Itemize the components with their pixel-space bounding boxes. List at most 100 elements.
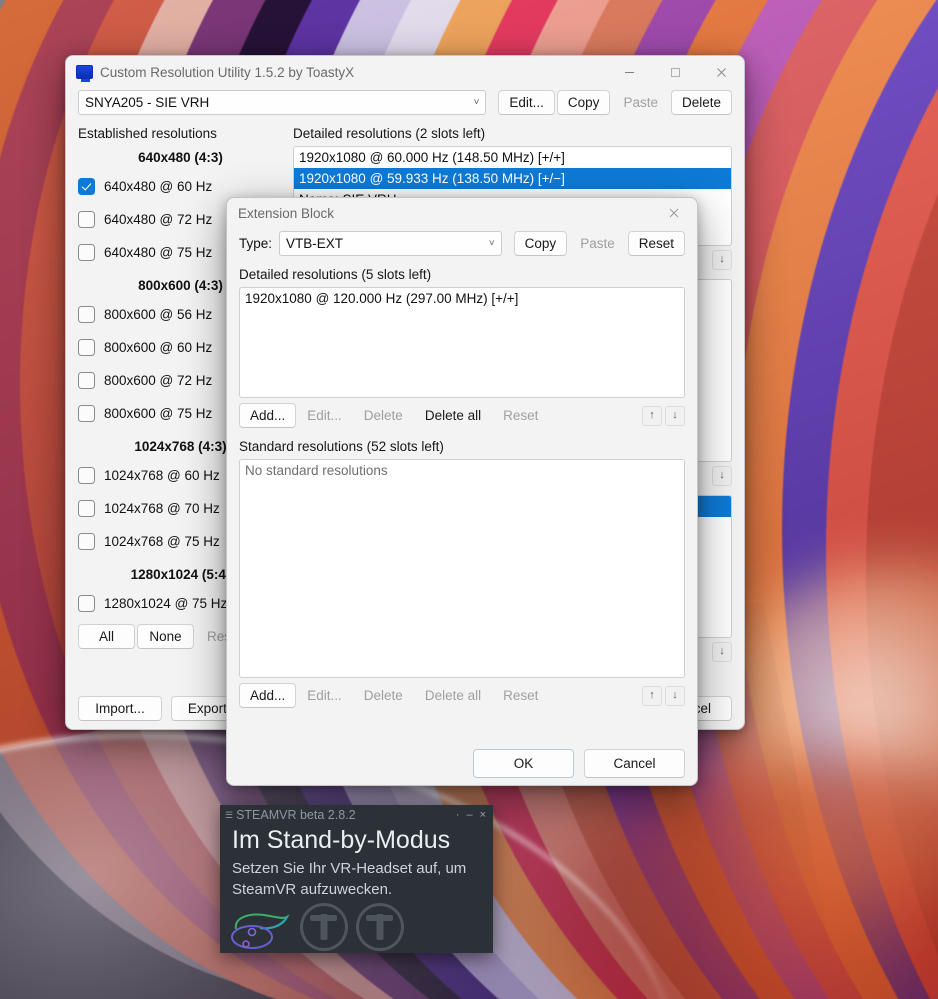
steamvr-body: Setzen Sie Ihr VR-Headset auf, um SteamV… <box>220 855 493 900</box>
extension-block-body: Type: VTB-EXT ˅ Copy Paste Reset Detaile… <box>227 231 697 785</box>
delete-button[interactable]: Delete <box>670 90 732 115</box>
extension-type-row: Type: VTB-EXT ˅ Copy Paste Reset <box>239 231 685 256</box>
chevron-down-icon: ˅ <box>473 97 480 108</box>
steamvr-body-line1: Setzen Sie Ihr VR-Headset auf, um <box>232 860 467 877</box>
extension-block-dialog: Extension Block Type: VTB-EXT ˅ Copy Pas… <box>226 197 698 786</box>
close-icon[interactable] <box>651 198 697 229</box>
checkbox-800x600-56[interactable] <box>78 306 95 323</box>
ext-standard-section: Standard resolutions (52 slots left) No … <box>239 439 685 708</box>
ext-standard-add-button[interactable]: Add... <box>239 683 297 708</box>
checkbox-640x480-60[interactable] <box>78 178 95 195</box>
checkbox-label: 640x480 @ 75 Hz <box>104 245 213 260</box>
type-label: Type: <box>239 236 273 251</box>
ext-standard-heading: Standard resolutions (52 slots left) <box>239 439 444 454</box>
move-down-icon[interactable]: ↓ <box>665 685 685 706</box>
empty-list-message: No standard resolutions <box>245 463 388 478</box>
detailed-heading: Detailed resolutions (2 slots left) <box>293 126 486 141</box>
ext-cancel-button[interactable]: Cancel <box>584 749 685 778</box>
checkbox-label: 800x600 @ 72 Hz <box>104 373 213 388</box>
minimize-button[interactable] <box>606 56 652 88</box>
checkbox-label: 640x480 @ 60 Hz <box>104 179 213 194</box>
ext-detailed-delete-button: Delete <box>363 408 403 423</box>
res-group-title: 640x480 (4:3) <box>138 150 223 165</box>
move-down-icon[interactable]: ↓ <box>665 405 685 426</box>
steamvr-headline: Im Stand-by-Modus <box>232 826 451 854</box>
ext-detailed-actions: Add... Edit... Delete Delete all Reset ↑… <box>239 403 685 428</box>
ext-standard-actions: Add... Edit... Delete Delete all Reset ↑… <box>239 683 685 708</box>
checkbox-1024x768-75[interactable] <box>78 533 95 550</box>
display-select-value: SNYA205 - SIE VRH <box>85 95 210 110</box>
ext-copy-button[interactable]: Copy <box>513 231 568 256</box>
cru-window-title: Custom Resolution Utility 1.5.2 by Toast… <box>100 64 355 80</box>
steamvr-status-window: ☰ STEAMVR beta 2.8.2 · – × Im Stand-by-M… <box>220 805 493 953</box>
import-button[interactable]: Import... <box>78 696 162 721</box>
desktop-background: Custom Resolution Utility 1.5.2 by Toast… <box>0 0 938 999</box>
checkbox-label: 1024x768 @ 70 Hz <box>104 501 220 516</box>
checkbox-1024x768-60[interactable] <box>78 467 95 484</box>
type-select[interactable]: VTB-EXT ˅ <box>279 231 502 256</box>
steamvr-caption-buttons: · – × <box>456 809 489 821</box>
ext-detailed-section: Detailed resolutions (5 slots left) 1920… <box>239 267 685 428</box>
ext-detailed-reset-button: Reset <box>503 408 539 423</box>
ext-paste-button: Paste <box>580 236 615 251</box>
steamvr-settings-button[interactable]: · <box>456 809 460 821</box>
ext-detailed-heading: Detailed resolutions (5 slots left) <box>239 267 432 282</box>
ext-standard-list[interactable]: No standard resolutions <box>239 459 685 678</box>
checkbox-800x600-75[interactable] <box>78 405 95 422</box>
list-item[interactable]: 1920x1080 @ 59.933 Hz (138.50 MHz) [+/−] <box>294 168 731 189</box>
ext-detailed-edit-button: Edit... <box>307 408 342 423</box>
type-select-value: VTB-EXT <box>286 236 344 251</box>
ext-standard-reset-button: Reset <box>503 688 539 703</box>
maximize-button[interactable] <box>652 56 698 88</box>
established-heading: Established resolutions <box>78 126 217 141</box>
move-up-icon[interactable]: ↑ <box>642 405 662 426</box>
copy-button[interactable]: Copy <box>556 90 611 115</box>
checkbox-label: 800x600 @ 60 Hz <box>104 340 213 355</box>
ext-detailed-delete-all-button[interactable]: Delete all <box>414 403 492 428</box>
list-item[interactable]: 1920x1080 @ 60.000 Hz (148.50 MHz) [+/+] <box>294 147 731 168</box>
extension-block-title: Extension Block <box>238 205 335 221</box>
move-down-icon[interactable]: ↓ <box>712 466 732 486</box>
checkbox-640x480-75[interactable] <box>78 244 95 261</box>
headset-icon <box>231 913 290 949</box>
checkbox-800x600-72[interactable] <box>78 372 95 389</box>
cru-titlebar[interactable]: Custom Resolution Utility 1.5.2 by Toast… <box>66 56 744 88</box>
ext-standard-delete-all-button: Delete all <box>424 688 482 703</box>
steamvr-title: STEAMVR beta 2.8.2 <box>236 808 356 822</box>
checkbox-1280x1024-75[interactable] <box>78 595 95 612</box>
controller-left-icon <box>300 903 348 951</box>
steamvr-device-icons <box>230 903 404 951</box>
monitor-icon <box>76 65 93 82</box>
hamburger-icon[interactable]: ☰ <box>225 810 233 821</box>
steamvr-minimize-button[interactable]: – <box>466 809 472 821</box>
checkbox-label: 1024x768 @ 75 Hz <box>104 534 220 549</box>
checkbox-label: 800x600 @ 75 Hz <box>104 406 213 421</box>
extension-block-footer: OK Cancel <box>473 749 685 778</box>
checkbox-label: 640x480 @ 72 Hz <box>104 212 213 227</box>
steamvr-titlebar[interactable]: ☰ STEAMVR beta 2.8.2 · – × <box>220 805 493 825</box>
steamvr-body-line2: SteamVR aufzuwecken. <box>232 881 393 898</box>
chevron-down-icon: ˅ <box>488 238 495 249</box>
ext-ok-button[interactable]: OK <box>473 749 574 778</box>
steamvr-close-button[interactable]: × <box>480 809 486 821</box>
display-select[interactable]: SNYA205 - SIE VRH ˅ <box>78 90 487 115</box>
ext-reset-button[interactable]: Reset <box>627 231 685 256</box>
select-none-button[interactable]: None <box>137 624 194 649</box>
checkbox-800x600-60[interactable] <box>78 339 95 356</box>
checkbox-label: 800x600 @ 56 Hz <box>104 307 213 322</box>
edit-button[interactable]: Edit... <box>498 90 555 115</box>
move-down-icon[interactable]: ↓ <box>712 250 732 270</box>
paste-button: Paste <box>623 95 658 110</box>
ext-detailed-add-button[interactable]: Add... <box>239 403 297 428</box>
controller-right-icon <box>356 903 404 951</box>
checkbox-label: 1024x768 @ 60 Hz <box>104 468 220 483</box>
checkbox-1024x768-70[interactable] <box>78 500 95 517</box>
select-all-button[interactable]: All <box>78 624 135 649</box>
list-item[interactable]: 1920x1080 @ 120.000 Hz (297.00 MHz) [+/+… <box>240 288 684 309</box>
ext-detailed-list[interactable]: 1920x1080 @ 120.000 Hz (297.00 MHz) [+/+… <box>239 287 685 398</box>
extension-block-titlebar[interactable]: Extension Block <box>227 198 697 228</box>
move-up-icon[interactable]: ↑ <box>642 685 662 706</box>
close-button[interactable] <box>698 56 744 88</box>
checkbox-640x480-72[interactable] <box>78 211 95 228</box>
move-down-icon[interactable]: ↓ <box>712 642 732 662</box>
